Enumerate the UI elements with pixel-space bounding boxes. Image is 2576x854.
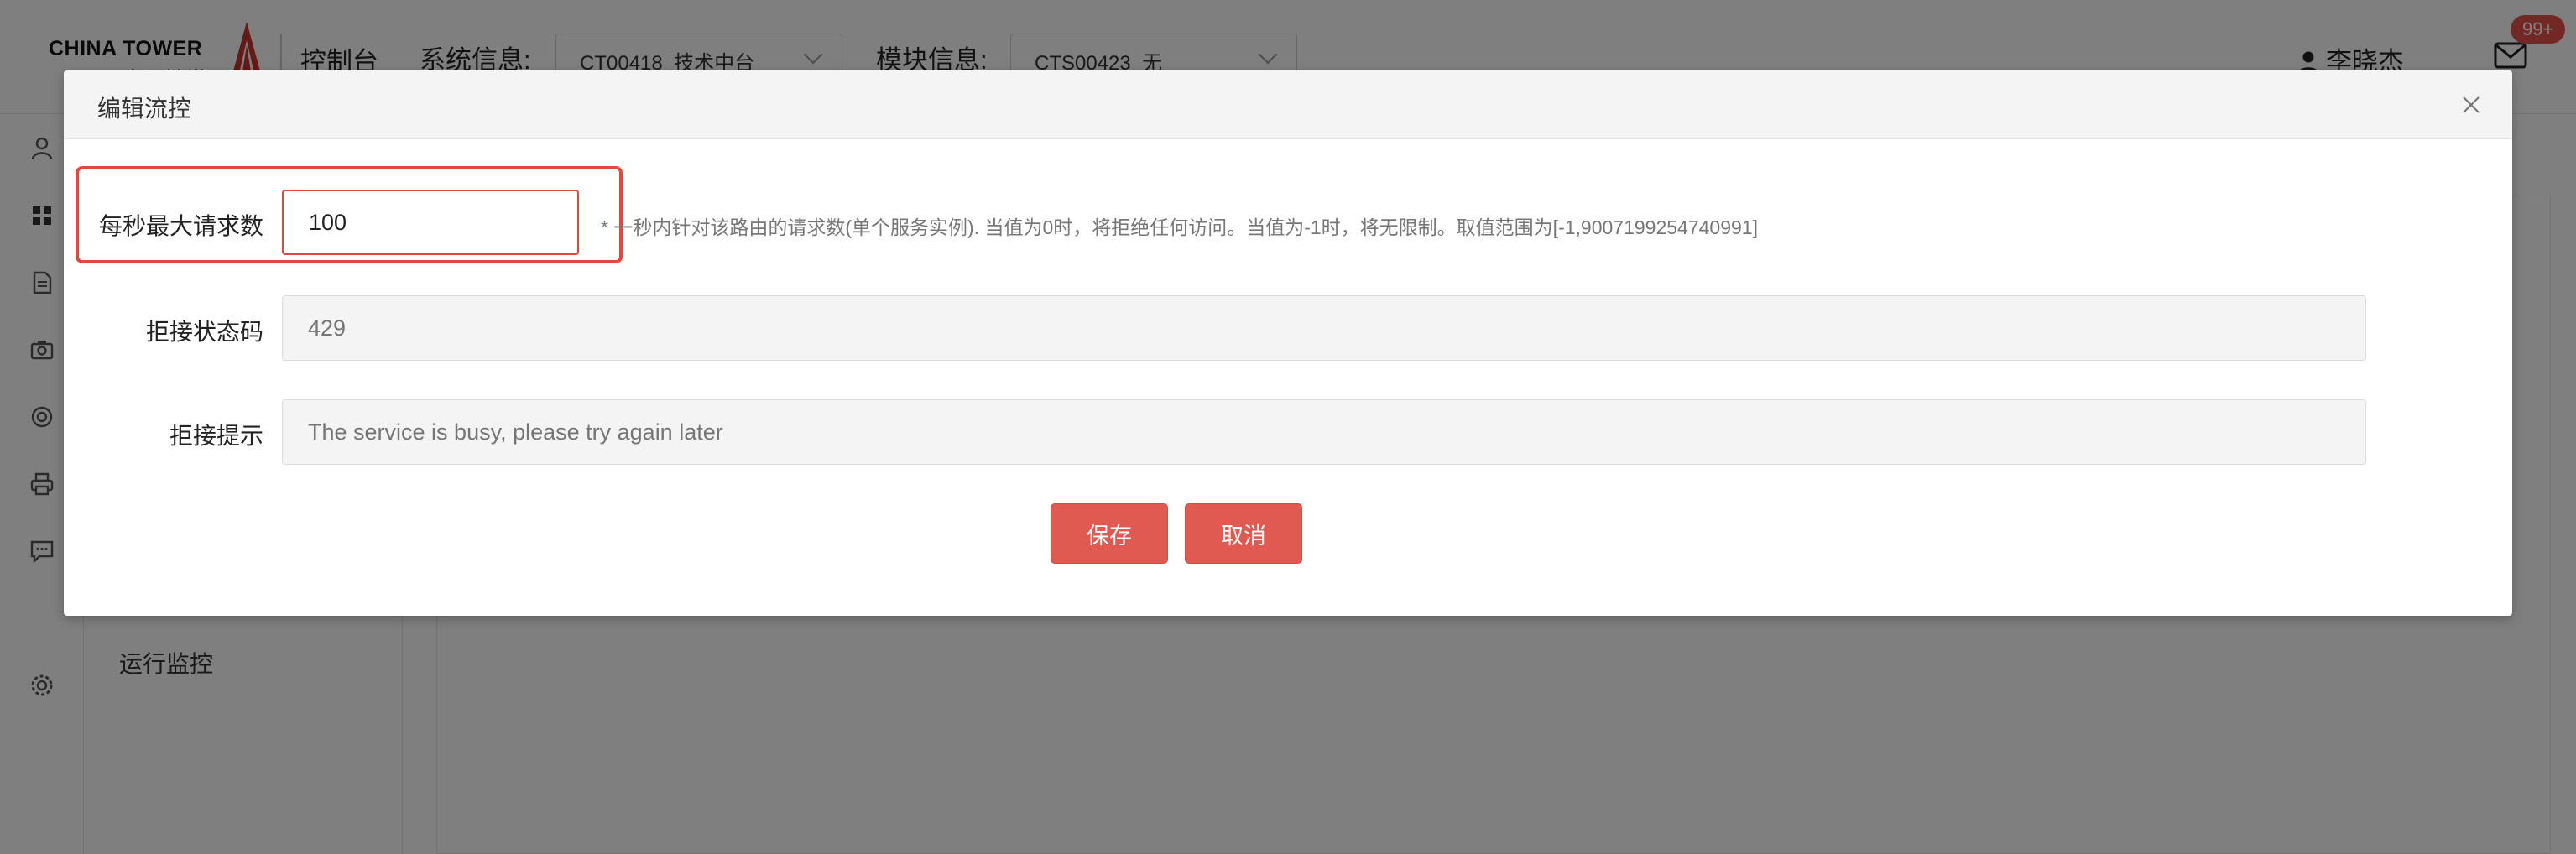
max-requests-per-second-input[interactable] — [282, 190, 579, 255]
status-code-label: 拒接状态码 — [145, 319, 263, 345]
save-button[interactable]: 保存 — [1051, 503, 1168, 564]
reject-status-code-input[interactable] — [282, 295, 2366, 361]
dialog-header: 编辑流控 — [64, 70, 2512, 139]
edit-flow-control-dialog: 编辑流控 每秒最大请求数 * 一秒内针对该路由的请求数(单个服务实例). 当值为… — [64, 70, 2512, 616]
cancel-button[interactable]: 取消 — [1185, 503, 1302, 564]
dialog-title: 编辑流控 — [97, 96, 192, 122]
close-icon[interactable] — [2460, 94, 2482, 116]
reject-message-label: 拒接提示 — [169, 423, 263, 449]
rate-hint: * 一秒内针对该路由的请求数(单个服务实例). 当值为0时，将拒绝任何访问。当值… — [601, 216, 1758, 238]
rate-label: 每秒最大请求数 — [98, 213, 263, 239]
reject-message-input[interactable] — [282, 399, 2366, 465]
